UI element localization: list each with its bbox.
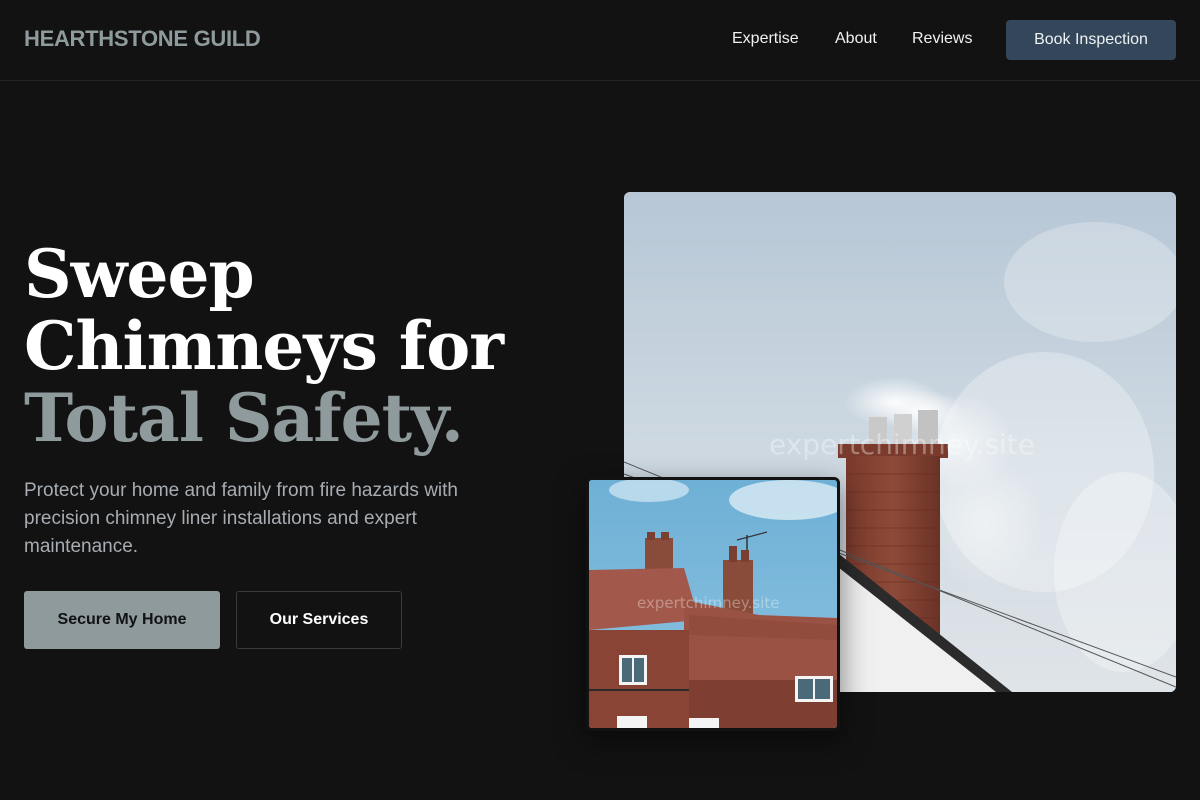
hero-title-line-1: Sweep	[24, 235, 255, 313]
hero-title-line-2: Chimneys for	[24, 307, 504, 385]
hero-description: Protect your home and family from fire h…	[24, 480, 459, 557]
nav-link-about[interactable]: About	[835, 30, 877, 48]
nav-link-expertise[interactable]: Expertise	[732, 30, 799, 48]
top-navbar: HEARTHSTONE GUILD Expertise About Review…	[0, 0, 1200, 81]
secure-my-home-button[interactable]: Secure My Home	[24, 591, 220, 649]
brand-logo[interactable]: HEARTHSTONE GUILD	[24, 26, 261, 52]
inset-photo-watermark: expertchimney.site	[637, 594, 780, 612]
hero-title-accent: Total Safety.	[24, 379, 464, 457]
book-inspection-button[interactable]: Book Inspection	[1006, 20, 1176, 60]
main-photo-watermark: expertchimney.site	[769, 428, 1035, 461]
hero-title: Sweep Chimneys for Total Safety.	[24, 235, 504, 457]
our-services-button[interactable]: Our Services	[236, 591, 402, 649]
nav-link-reviews[interactable]: Reviews	[912, 30, 972, 48]
rooftop-chimneys-photo: expertchimney.site	[586, 477, 840, 731]
